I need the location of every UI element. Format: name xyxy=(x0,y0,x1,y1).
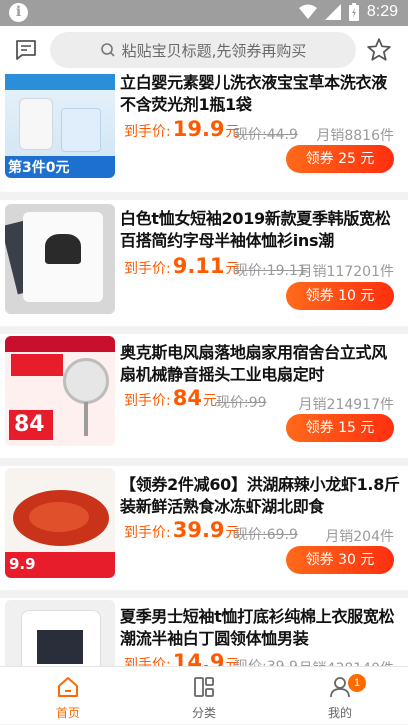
original-price: 现价:19.11 xyxy=(234,263,307,279)
deal-price: 9.11 xyxy=(172,254,225,278)
wifi-icon xyxy=(298,4,317,19)
claim-coupon-button[interactable]: 领券 30 元 xyxy=(286,546,394,574)
deal-price: 14.9 xyxy=(172,650,225,666)
home-icon xyxy=(58,677,78,697)
battery-icon xyxy=(348,3,359,21)
favorite-star-icon[interactable] xyxy=(366,37,392,63)
search-icon xyxy=(100,43,115,57)
product-card[interactable]: 9.9 【领券2件减60】洪湖麻辣小龙虾1.8斤装新鲜活熟食冰冻虾湖北即食 到手… xyxy=(0,466,408,590)
monthly-sales: 月销8816件 xyxy=(316,128,394,144)
product-image[interactable]: 9.9 xyxy=(5,468,115,578)
search-bar[interactable]: 粘贴宝贝标题,先领券再购买 xyxy=(50,32,356,68)
status-bar: i 8:29 xyxy=(0,0,408,26)
product-card[interactable]: 白色t恤女短袖2019新款夏季韩版宽松百搭简约字母半袖体恤衫ins潮 到手价: … xyxy=(0,200,408,326)
claim-coupon-button[interactable]: 领券 15 元 xyxy=(286,414,394,442)
price-label: 到手价: xyxy=(124,657,171,666)
search-placeholder: 粘贴宝贝标题,先领券再购买 xyxy=(121,41,307,60)
product-image[interactable] xyxy=(5,204,115,314)
original-price: 现价:69.9 xyxy=(234,527,298,543)
deal-price: 39.9 xyxy=(172,518,225,542)
monthly-sales: 月销438140件 xyxy=(299,658,394,666)
product-card[interactable]: 84 奥克斯电风扇落地扇家用宿舍台立式风扇机械静音摇头工业电扇定时 到手价: 8… xyxy=(0,334,408,458)
claim-coupon-button[interactable]: 领券 10 元 xyxy=(286,282,394,310)
price-label: 到手价: xyxy=(124,124,171,140)
original-price: 现价:44.9 xyxy=(234,127,298,143)
price-unit: 元 xyxy=(202,393,217,409)
product-title[interactable]: 立白婴元素婴儿洗衣液宝宝草本洗衣液不含荧光剂1瓶1袋 xyxy=(120,74,400,116)
original-price: 现价:39.9 xyxy=(234,656,298,666)
notification-badge: 1 xyxy=(348,674,366,692)
info-icon: i xyxy=(9,3,28,22)
tab-category-label: 分类 xyxy=(191,706,216,720)
signal-icon xyxy=(324,4,341,20)
product-title[interactable]: 【领券2件减60】洪湖麻辣小龙虾1.8斤装新鲜活熟食冰冻虾湖北即食 xyxy=(120,474,400,518)
tab-profile[interactable]: 1 我的 xyxy=(272,667,408,725)
product-image[interactable]: 84 xyxy=(5,336,115,446)
product-image[interactable]: 第3件0元 xyxy=(5,74,115,178)
monthly-sales: 月销117201件 xyxy=(298,264,394,280)
product-image-badge: 9.9 xyxy=(9,555,36,573)
bottom-tab-bar: 首页 分类 1 我的 xyxy=(0,666,408,724)
tab-category[interactable]: 分类 xyxy=(136,667,272,725)
monthly-sales: 月销204件 xyxy=(325,529,394,545)
price-label: 到手价: xyxy=(124,261,171,277)
product-card[interactable]: 夏季男士短袖t恤打底衫纯棉上衣服宽松潮流半袖白丁圆领体恤男装 到手价: 14.9… xyxy=(0,598,408,666)
tab-profile-label: 我的 xyxy=(327,706,352,720)
tab-home-label: 首页 xyxy=(55,706,80,720)
price-label: 到手价: xyxy=(124,393,171,409)
product-title[interactable]: 白色t恤女短袖2019新款夏季韩版宽松百搭简约字母半袖体恤衫ins潮 xyxy=(120,208,400,252)
tab-home[interactable]: 首页 xyxy=(0,667,136,725)
original-price: 现价:99 xyxy=(216,395,267,411)
product-image-badge: 84 xyxy=(14,412,45,437)
message-icon[interactable] xyxy=(14,38,38,62)
monthly-sales: 月销214917件 xyxy=(298,397,394,413)
claim-coupon-button[interactable]: 领券 25 元 xyxy=(286,145,394,173)
product-title[interactable]: 夏季男士短袖t恤打底衫纯棉上衣服宽松潮流半袖白丁圆领体恤男装 xyxy=(120,606,400,650)
product-image-badge: 第3件0元 xyxy=(8,160,70,176)
top-bar: 粘贴宝贝标题,先领券再购买 xyxy=(0,26,408,74)
category-icon xyxy=(194,677,214,697)
product-list[interactable]: 第3件0元 立白婴元素婴儿洗衣液宝宝草本洗衣液不含荧光剂1瓶1袋 到手价: 19… xyxy=(0,74,408,666)
product-title[interactable]: 奥克斯电风扇落地扇家用宿舍台立式风扇机械静音摇头工业电扇定时 xyxy=(120,342,400,386)
product-image[interactable] xyxy=(5,600,115,666)
product-card[interactable]: 第3件0元 立白婴元素婴儿洗衣液宝宝草本洗衣液不含荧光剂1瓶1袋 到手价: 19… xyxy=(0,74,408,192)
deal-price: 84 xyxy=(172,386,202,410)
status-time: 8:29 xyxy=(366,3,398,20)
deal-price: 19.9 xyxy=(172,117,225,141)
price-label: 到手价: xyxy=(124,525,171,541)
